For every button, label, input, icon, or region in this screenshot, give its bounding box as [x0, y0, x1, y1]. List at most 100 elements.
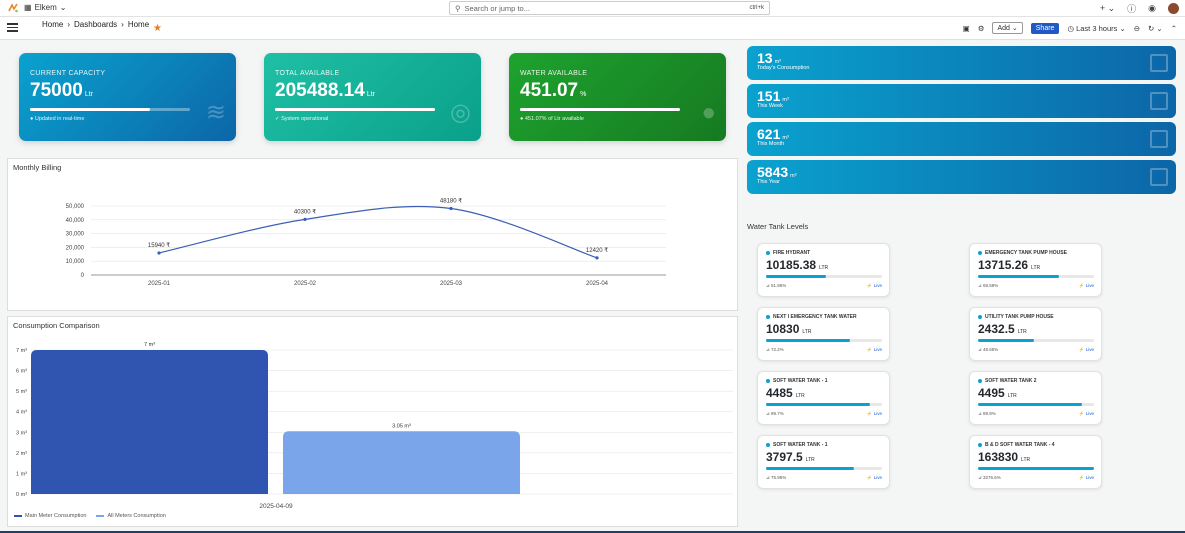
data-label: 12420 ₹	[586, 247, 608, 254]
help-icon[interactable]: ⓘ	[1127, 2, 1136, 15]
menu-icon[interactable]	[7, 23, 18, 33]
water-available-card: WATER AVAILABLE 451.07% ● 451.07% of Ltr…	[509, 53, 726, 141]
org-name: Elkem	[34, 3, 57, 12]
status-dot-icon	[766, 251, 770, 255]
tank-footer: ⊿ 69.58% ⚡ Live	[978, 283, 1094, 289]
tank-value-text: 4485	[766, 386, 793, 400]
legend-main-meter[interactable]: Main Meter Consumption	[14, 513, 86, 519]
tank-name-text: B & D SOFT WATER TANK - 4	[985, 442, 1055, 448]
consumption-comparison-chart: 0 m³ 1 m³ 2 m³ 3 m³ 4 m³ 5 m³ 6 m³ 7 m³ 7 m³ 3.05…	[16, 342, 733, 510]
card-footer: ✓ System operational	[275, 116, 329, 122]
status-dot-icon	[978, 443, 982, 447]
tank-value-text: 3797.5	[766, 450, 803, 464]
tank-value: 2432.5 LTR	[978, 322, 1093, 336]
bar-value-label: 3.05 m³	[392, 423, 411, 429]
calendar-icon	[1150, 168, 1168, 186]
time-range-picker[interactable]: ◷ Last 3 hours ⌄	[1067, 24, 1125, 33]
org-selector[interactable]: ▦ Elkem ⌄	[24, 3, 67, 12]
tank-value-text: 163830	[978, 450, 1019, 464]
new-button[interactable]: + ⌄	[1100, 3, 1115, 14]
tank-name-text: FIRE HYDRANT	[773, 250, 811, 256]
tank-level-fill	[978, 467, 1094, 470]
tank-name: SOFT WATER TANK - 1	[766, 442, 881, 448]
card-footer: ● 451.07% of Ltr available	[520, 116, 584, 122]
monthly-billing-chart: 0 10,000 20,000 30,000 40,000 50,000 2025-01 20…	[66, 198, 666, 287]
y-tick-label: 50,000	[66, 204, 85, 210]
search-input[interactable]: ⚲ Search or jump to... ctrl+k	[449, 1, 770, 15]
tank-value-text: 10830	[766, 322, 800, 336]
data-point	[595, 256, 599, 260]
tank-status: ⚡ Live	[866, 410, 882, 416]
avatar[interactable]	[1168, 3, 1179, 14]
y-tick-label: 2 m³	[16, 451, 27, 457]
data-label: 40300 ₹	[294, 208, 316, 215]
bar-all-meters	[283, 431, 520, 494]
tank-footer: ⊿ 3276.6% ⚡ Live	[978, 475, 1094, 481]
tank-footer: ⊿ 75.95% ⚡ Live	[766, 475, 882, 481]
top-bar: ▦ Elkem ⌄ ⚲ Search or jump to... ctrl+k …	[0, 0, 1185, 17]
stat-week: 151 m³ This Week	[747, 84, 1176, 118]
x-tick-label: 2025-03	[440, 281, 463, 287]
tank-card: EMERGENCY TANK PUMP HOUSE 13715.26 LTR ⊿ …	[969, 243, 1102, 297]
stat-month: 621 m³ This Month	[747, 122, 1176, 156]
tank-unit: LTR	[805, 457, 815, 463]
grafana-logo-icon[interactable]	[8, 3, 18, 13]
tank-percent: ⊿ 69.58%	[978, 282, 999, 288]
tank-level-bar	[978, 467, 1094, 470]
save-icon[interactable]: ▣	[963, 24, 970, 33]
card-progress-fill	[520, 108, 680, 111]
breadcrumb-current: Home	[127, 20, 150, 29]
water-drop-icon: ●	[701, 99, 717, 126]
star-icon[interactable]: ★	[153, 23, 162, 34]
tank-footer: ⊿ 89.9% ⚡ Live	[978, 411, 1094, 417]
tank-name: B & D SOFT WATER TANK - 4	[978, 442, 1093, 448]
calendar-icon	[1150, 54, 1168, 72]
tank-level-fill	[978, 339, 1035, 342]
x-tick-label: 2025-04-09	[259, 503, 293, 510]
y-tick-label: 5 m³	[16, 389, 27, 395]
tank-name-text: NEXT I EMERGENCY TANK WATER	[773, 314, 857, 320]
share-button[interactable]: Share	[1030, 22, 1060, 34]
legend-all-meters[interactable]: All Meters Consumption	[96, 513, 166, 519]
zoom-out-icon[interactable]: ⊖	[1134, 24, 1140, 33]
consumption-legend: Main Meter Consumption All Meters Consum…	[14, 513, 166, 519]
tank-card: SOFT WATER TANK - 1 4485 LTR ⊿ 89.7% ⚡ Liv…	[757, 371, 890, 425]
tank-status: ⚡ Live	[1078, 346, 1094, 352]
tank-unit: LTR	[1017, 329, 1027, 335]
tank-unit: LTR	[819, 265, 829, 271]
bar-value-label: 7 m³	[144, 342, 155, 348]
tank-level-fill	[766, 339, 850, 342]
tank-value: 10185.38 LTR	[766, 258, 881, 272]
current-capacity-card: CURRENT CAPACITY 75000 Ltr ● Updated in r…	[19, 53, 236, 141]
check-circle-icon: ◎	[450, 99, 471, 126]
status-dot-icon	[978, 251, 982, 255]
tank-unit: LTR	[795, 393, 805, 399]
settings-icon[interactable]: ⚙	[978, 24, 985, 33]
y-tick-label: 0 m³	[16, 492, 27, 498]
tank-level-fill	[766, 403, 871, 406]
tank-name: SOFT WATER TANK 2	[978, 378, 1093, 384]
breadcrumb-home[interactable]: Home	[42, 20, 63, 29]
stat-label: Today's Consumption	[757, 65, 810, 71]
rss-icon[interactable]: ◉	[1148, 3, 1156, 14]
x-tick-label: 2025-04	[586, 281, 609, 287]
y-tick-label: 30,000	[66, 232, 85, 238]
tank-unit: LTR	[1031, 265, 1041, 271]
add-button[interactable]: Add ⌄	[992, 22, 1023, 34]
tank-percent: ⊿ 3276.6%	[978, 474, 1001, 480]
stat-value: 621 m³	[757, 126, 789, 142]
breadcrumb-dashboards[interactable]: Dashboards	[74, 20, 117, 29]
tank-level-bar	[978, 275, 1094, 278]
tank-name: EMERGENCY TANK PUMP HOUSE	[978, 250, 1093, 256]
data-point	[157, 251, 161, 255]
status-dot-icon	[766, 379, 770, 383]
consumption-comparison-panel: Consumption Comparison 0 m³ 1 m³ 2 m³ 3 m³ 4…	[7, 316, 738, 527]
collapse-icon[interactable]: ⌃	[1171, 24, 1177, 33]
data-label: 15940 ₹	[148, 242, 170, 249]
breadcrumb: Home › Dashboards › Home	[42, 20, 150, 29]
y-tick-label: 20,000	[66, 245, 85, 251]
refresh-icon[interactable]: ↻ ⌄	[1148, 24, 1163, 33]
tank-value: 4485 LTR	[766, 386, 881, 400]
stat-today: 13 m³ Today's Consumption	[747, 46, 1176, 80]
tank-level-bar	[766, 403, 882, 406]
